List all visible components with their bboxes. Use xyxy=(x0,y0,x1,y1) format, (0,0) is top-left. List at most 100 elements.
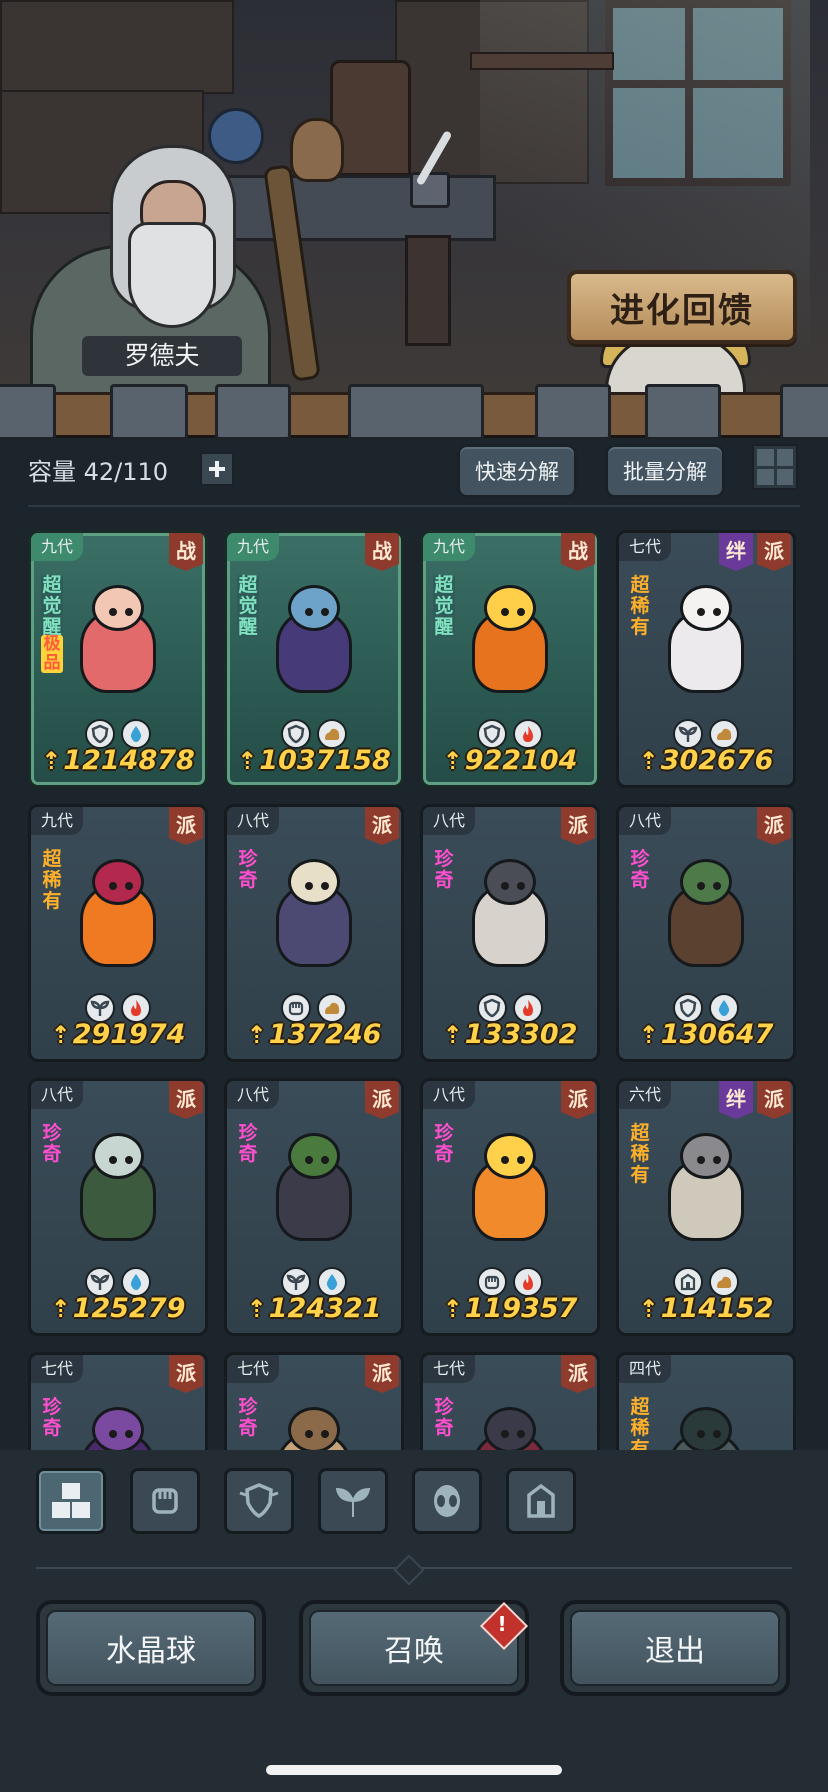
generation-tag: 四代 xyxy=(619,1355,672,1383)
filter-tower-icon[interactable] xyxy=(506,1468,576,1534)
monster-card[interactable]: 九代 战超觉醒 极品 ⇡1214878 xyxy=(28,530,208,788)
power-number: 291974 xyxy=(72,1019,186,1050)
filter-all-blocks-icon[interactable] xyxy=(36,1468,106,1534)
generation-tag: 八代 xyxy=(423,807,476,835)
batch-decompose-button[interactable]: 批量分解 xyxy=(605,444,725,498)
border-stone xyxy=(645,384,721,440)
faction-badge: 派 xyxy=(561,1355,595,1393)
filter-alien-icon[interactable] xyxy=(412,1468,482,1534)
power-arrow-icon: ⇡ xyxy=(638,747,659,775)
hero-scene: 罗德夫 进化回馈 xyxy=(0,0,828,395)
power-arrow-icon: ⇡ xyxy=(246,1295,267,1323)
power-value: ⇡125279 xyxy=(31,1293,205,1329)
power-number: 1037158 xyxy=(259,745,391,776)
bond-badge: 绊 xyxy=(719,533,753,571)
power-number: 125279 xyxy=(72,1293,186,1324)
power-value: ⇡114152 xyxy=(619,1293,793,1329)
power-value: ⇡302676 xyxy=(619,745,793,781)
power-number: 922104 xyxy=(464,745,578,776)
monster-portrait xyxy=(266,1405,362,1450)
faction-badge: 派 xyxy=(757,1081,791,1119)
rarity-label: 超觉醒 xyxy=(41,574,63,638)
power-value: ⇡119357 xyxy=(423,1293,597,1329)
power-value: ⇡291974 xyxy=(31,1019,205,1055)
monster-portrait xyxy=(70,1405,166,1450)
generation-tag: 九代 xyxy=(31,807,84,835)
monster-card[interactable]: 八代 派珍奇 ⇡133302 xyxy=(420,804,600,1062)
monster-portrait xyxy=(462,857,558,975)
power-value: ⇡922104 xyxy=(423,745,597,781)
monster-card[interactable]: 八代 派珍奇 ⇡124321 xyxy=(224,1078,404,1336)
power-number: 114152 xyxy=(660,1293,774,1324)
monster-card[interactable]: 八代 派珍奇 ⇡119357 xyxy=(420,1078,600,1336)
power-arrow-icon: ⇡ xyxy=(50,1295,71,1323)
rarity-label: 超稀有 xyxy=(630,574,650,638)
power-arrow-icon: ⇡ xyxy=(246,1021,267,1049)
filter-shield-icon[interactable] xyxy=(224,1468,294,1534)
monster-portrait xyxy=(658,583,754,701)
quick-decompose-button[interactable]: 快速分解 xyxy=(457,444,577,498)
alert-icon: ! xyxy=(497,1612,507,1636)
filter-leaf-icon[interactable] xyxy=(318,1468,388,1534)
exit-label: 退出 xyxy=(645,1634,705,1669)
power-arrow-icon: ⇡ xyxy=(442,1295,463,1323)
monster-card[interactable]: 六代 派绊超稀有 ⇡114152 xyxy=(616,1078,796,1336)
monster-card[interactable]: 八代 派珍奇 ⇡130647 xyxy=(616,804,796,1062)
monster-portrait xyxy=(70,1131,166,1249)
monster-portrait xyxy=(266,857,362,975)
exit-button[interactable]: 退出 xyxy=(560,1600,790,1696)
battle-badge: 战 xyxy=(561,533,595,571)
evolution-reward-label: 进化回馈 xyxy=(610,290,754,331)
monster-card[interactable]: 八代 派珍奇 ⇡125279 xyxy=(28,1078,208,1336)
bond-badge: 绊 xyxy=(719,1081,753,1119)
crystal-ball-button[interactable]: 水晶球 xyxy=(36,1600,266,1696)
monster-portrait xyxy=(266,583,362,701)
monster-portrait xyxy=(70,857,166,975)
monster-portrait xyxy=(658,1405,754,1450)
monster-card[interactable]: 四代 超稀有 xyxy=(616,1352,796,1450)
filter-fist-icon[interactable] xyxy=(130,1468,200,1534)
monster-grid[interactable]: 九代战超觉醒 极品 ⇡1214878 九代战超觉醒 ⇡1037158 九代战超觉醒 ⇡922… xyxy=(28,530,808,1450)
npc-name: 罗德夫 xyxy=(124,341,200,370)
wizard-beard xyxy=(128,222,216,328)
rarity-label: 珍奇 xyxy=(434,848,454,891)
battle-badge: 战 xyxy=(365,533,399,571)
monster-portrait xyxy=(70,583,166,701)
quality-label: 极品 xyxy=(41,635,63,673)
generation-tag: 九代 xyxy=(423,533,476,561)
evolution-reward-button[interactable]: 进化回馈 xyxy=(567,270,797,344)
rarity-label: 超稀有 xyxy=(630,1122,650,1186)
monster-card[interactable]: 七代 派珍奇 xyxy=(28,1352,208,1450)
globe xyxy=(208,108,264,164)
expand-capacity-button[interactable] xyxy=(200,452,234,486)
monster-card[interactable]: 七代 派绊超稀有 ⇡302676 xyxy=(616,530,796,788)
power-arrow-icon: ⇡ xyxy=(41,747,62,775)
power-value: ⇡1214878 xyxy=(31,745,205,781)
power-arrow-icon: ⇡ xyxy=(638,1295,659,1323)
faction-badge: 派 xyxy=(757,807,791,845)
generation-tag: 六代 xyxy=(619,1081,672,1109)
monster-card[interactable]: 八代 派珍奇 ⇡137246 xyxy=(224,804,404,1062)
monster-card[interactable]: 九代 战超觉醒 ⇡1037158 xyxy=(224,530,404,788)
crystal-ball-label: 水晶球 xyxy=(106,1634,196,1669)
rarity-label: 珍奇 xyxy=(42,1122,62,1165)
monster-portrait xyxy=(658,1131,754,1249)
rarity-label: 珍奇 xyxy=(434,1122,454,1165)
power-number: 124321 xyxy=(268,1293,382,1324)
rarity-label: 超稀有 xyxy=(42,848,62,912)
monster-card[interactable]: 七代 派珍奇 xyxy=(224,1352,404,1450)
monster-card[interactable]: 七代 派珍奇 xyxy=(420,1352,600,1450)
home-indicator[interactable] xyxy=(266,1765,562,1775)
power-number: 130647 xyxy=(660,1019,774,1050)
rarity-label: 超觉醒 xyxy=(237,574,259,638)
rarity-label: 珍奇 xyxy=(238,848,258,891)
divider xyxy=(28,505,800,507)
monster-card[interactable]: 九代 战超觉醒 ⇡922104 xyxy=(420,530,600,788)
power-arrow-icon: ⇡ xyxy=(237,747,258,775)
grid-view-icon[interactable] xyxy=(752,444,798,490)
border-stone xyxy=(110,384,188,440)
monster-portrait xyxy=(462,583,558,701)
monster-card[interactable]: 九代 派超稀有 ⇡291974 xyxy=(28,804,208,1062)
desk-leg xyxy=(405,235,451,346)
border-stone xyxy=(535,384,611,440)
